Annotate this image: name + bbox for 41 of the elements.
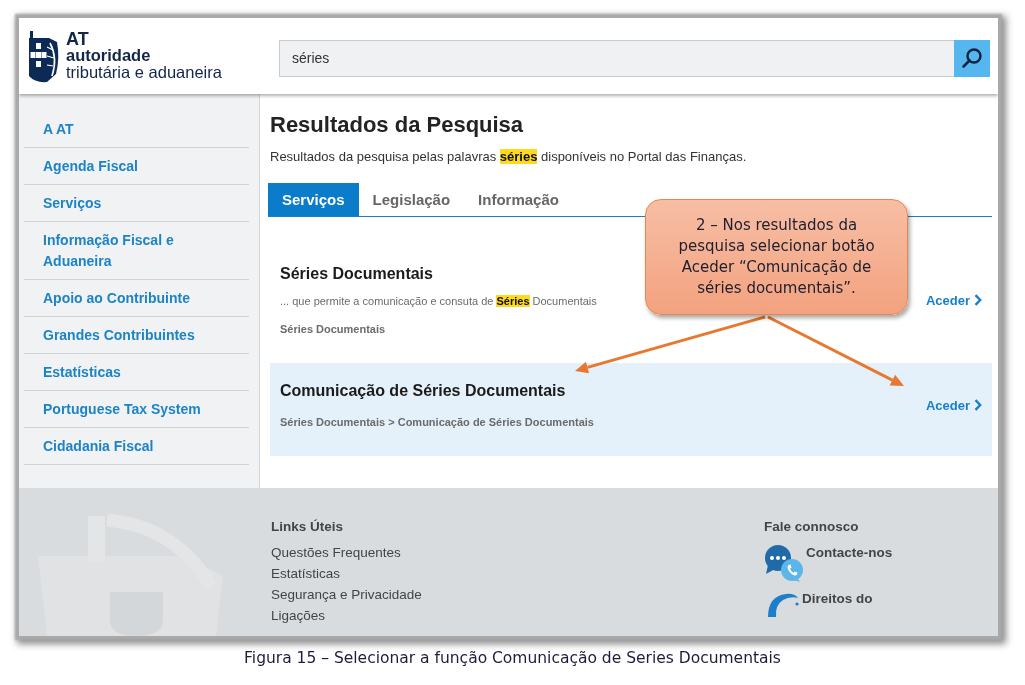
search-button[interactable] xyxy=(954,39,990,77)
footer-link[interactable]: Estatísticas xyxy=(271,563,341,584)
contact-link[interactable]: Contacte-nos xyxy=(764,544,893,582)
chevron-right-icon xyxy=(974,294,982,306)
chevron-right-icon xyxy=(974,399,982,411)
logo-shield-icon xyxy=(27,29,60,83)
tab[interactable]: Informação xyxy=(464,183,573,216)
result-breadcrumb: Séries Documentais xyxy=(280,322,386,337)
sidebar-link[interactable]: Apoio ao Contribuinte xyxy=(24,280,249,316)
sidebar-link[interactable]: Serviços xyxy=(24,185,249,221)
sidebar-link[interactable]: Agenda Fiscal xyxy=(24,148,249,184)
search-field[interactable]: séries xyxy=(279,39,954,77)
callout-box: 2 – Nos resultados da pesquisa selecionar botão Aceder “Comunicação de séries documentais”. xyxy=(645,199,908,315)
sidebar-link[interactable]: Estatísticas xyxy=(24,354,249,390)
logo-acronym: AT xyxy=(66,31,89,47)
footer-link[interactable]: Segurança e Privacidade xyxy=(271,584,422,605)
footer-heading: Links Úteis xyxy=(271,518,344,536)
sidebar-link[interactable]: Informação Fiscal e Aduaneira xyxy=(24,222,249,279)
footer-link[interactable]: Questões Frequentes xyxy=(271,542,401,563)
sidebar-link[interactable]: A AT xyxy=(24,111,249,147)
result-title: Séries Documentais xyxy=(280,264,433,284)
tab[interactable]: Serviços xyxy=(268,183,359,216)
tab[interactable]: Legislação xyxy=(358,183,465,216)
footer-heading: Fale connosco xyxy=(764,518,859,536)
search-icon xyxy=(961,47,983,69)
aceder-link[interactable]: Aceder xyxy=(925,397,982,413)
search-summary: Resultados da pesquisa pelas palavras séries disponíveis no Portal das Finanças. xyxy=(270,148,747,166)
chat-bubbles-icon xyxy=(764,544,804,582)
result-snippet: ... que permite a comunicação e consuta de Séries Documentais xyxy=(280,294,597,309)
page-title: Resultados da Pesquisa xyxy=(270,112,524,138)
sidebar-link[interactable]: Grandes Contribuintes xyxy=(24,317,249,353)
sidebar-link[interactable]: Portuguese Tax System xyxy=(24,391,249,427)
contact-link[interactable]: Direitos do xyxy=(764,590,873,618)
result-title: Comunicação de Séries Documentais xyxy=(280,381,566,401)
result-breadcrumb: Séries Documentais > Comunicação de Séries Documentais xyxy=(280,415,594,430)
figure-caption: Figura 15 – Selecionar a função Comunicação de Series Documentais xyxy=(244,648,781,668)
footer-link[interactable]: Ligações xyxy=(271,605,326,626)
logo-text: tributária e aduaneira xyxy=(66,63,222,81)
aceder-link[interactable]: Aceder xyxy=(925,292,982,308)
logo-text: autoridade xyxy=(66,46,151,64)
sidebar-link[interactable]: Cidadania Fiscal xyxy=(24,428,249,464)
